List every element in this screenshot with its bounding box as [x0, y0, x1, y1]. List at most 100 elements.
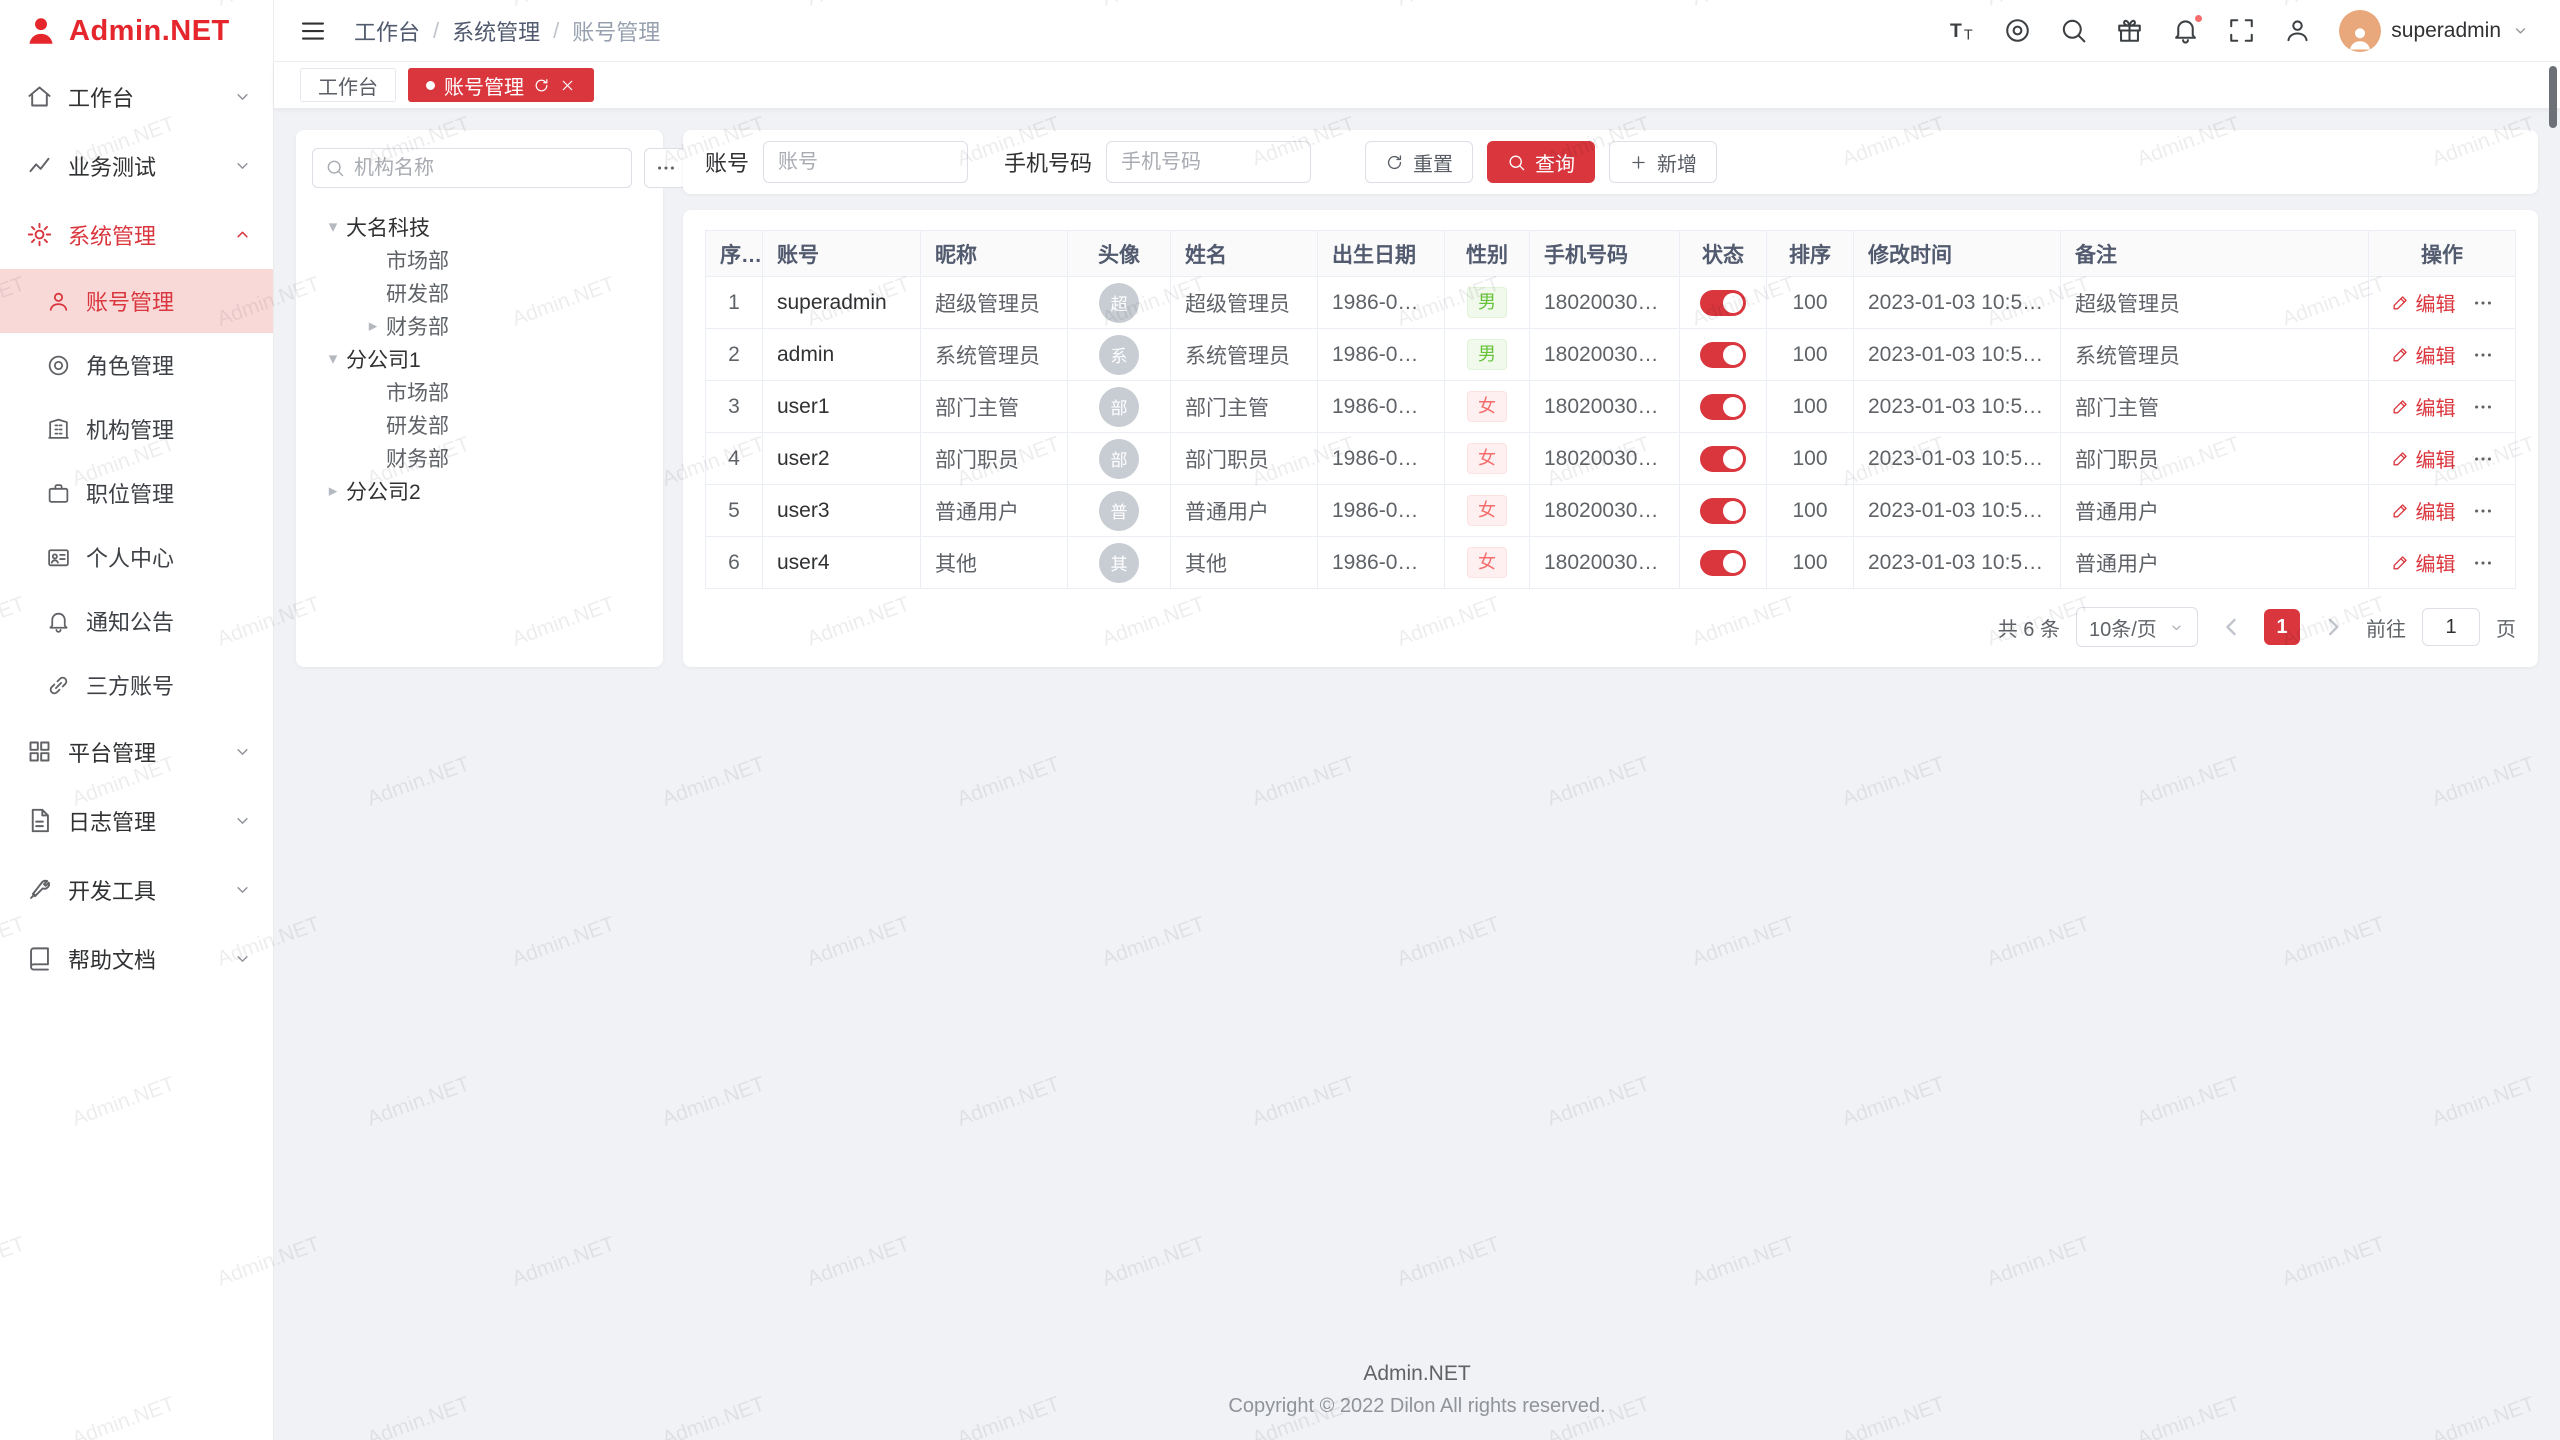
tab-workbench[interactable]: 工作台: [300, 68, 396, 102]
sidebar-item-business-test[interactable]: 业务测试: [0, 131, 273, 200]
sidebar-item-third-account[interactable]: 三方账号: [0, 653, 273, 717]
status-toggle[interactable]: [1700, 290, 1746, 316]
reset-button[interactable]: 重置: [1365, 141, 1473, 183]
row-avatar: 其: [1099, 543, 1139, 583]
cell-time: 2023-01-03 10:59:44: [1854, 485, 2061, 537]
sidebar-item-account-mgmt[interactable]: 账号管理: [0, 269, 273, 333]
sidebar-item-position-mgmt[interactable]: 职位管理: [0, 461, 273, 525]
scrollbar-thumb[interactable]: [2549, 66, 2557, 128]
book-icon: [26, 945, 53, 972]
caret-right-icon[interactable]: ▸: [320, 481, 346, 501]
gender-badge: 女: [1467, 547, 1507, 578]
tree-node[interactable]: ▾分公司1: [312, 342, 647, 375]
fullscreen-icon[interactable]: [2227, 16, 2256, 45]
caret-down-icon[interactable]: ▾: [320, 217, 346, 237]
phone-input[interactable]: [1106, 141, 1311, 183]
sidebar-item-role-mgmt[interactable]: 角色管理: [0, 333, 273, 397]
sidebar-item-dev-tools[interactable]: 开发工具: [0, 855, 273, 924]
cell-birth: 1986-06-28: [1318, 381, 1445, 433]
cell-remark: 普通用户: [2061, 537, 2369, 589]
user-icon[interactable]: [2283, 16, 2312, 45]
row-more-button[interactable]: [2472, 396, 2494, 418]
tree-node[interactable]: 市场部: [312, 243, 647, 276]
edit-button[interactable]: 编辑: [2391, 548, 2456, 577]
gift-icon[interactable]: [2115, 16, 2144, 45]
sidebar-item-personal-center[interactable]: 个人中心: [0, 525, 273, 589]
row-more-button[interactable]: [2472, 292, 2494, 314]
breadcrumb-item[interactable]: 工作台: [354, 15, 420, 47]
sidebar-item-help-docs[interactable]: 帮助文档: [0, 924, 273, 993]
grid-icon: [26, 738, 53, 765]
tree-node[interactable]: 市场部: [312, 375, 647, 408]
edit-icon: [2391, 449, 2410, 468]
next-page-button[interactable]: [2316, 610, 2350, 644]
status-toggle[interactable]: [1700, 446, 1746, 472]
prev-page-button[interactable]: [2214, 610, 2248, 644]
notification-icon[interactable]: [2171, 16, 2200, 45]
column-header: 状态: [1680, 231, 1767, 277]
status-toggle[interactable]: [1700, 498, 1746, 524]
post-icon: [46, 481, 71, 506]
org-search-input[interactable]: [354, 157, 619, 180]
account-label: 账号: [705, 146, 749, 178]
sidebar-item-system-mgmt[interactable]: 系统管理: [0, 200, 273, 269]
close-icon[interactable]: [559, 77, 576, 94]
row-more-button[interactable]: [2472, 448, 2494, 470]
row-more-button[interactable]: [2472, 552, 2494, 574]
column-header: 操作: [2369, 231, 2516, 277]
status-toggle[interactable]: [1700, 550, 1746, 576]
language-icon[interactable]: [2003, 16, 2032, 45]
status-toggle[interactable]: [1700, 394, 1746, 420]
gender-badge: 男: [1467, 287, 1507, 318]
tree-node[interactable]: ▸分公司2: [312, 474, 647, 507]
edit-button[interactable]: 编辑: [2391, 392, 2456, 421]
gear-icon: [26, 221, 53, 248]
footer-title: Admin.NET: [296, 1362, 2538, 1386]
sidebar-item-label: 角色管理: [86, 349, 253, 381]
row-more-button[interactable]: [2472, 344, 2494, 366]
cell-avatar: 部: [1068, 381, 1171, 433]
caret-right-icon[interactable]: ▸: [360, 316, 386, 336]
cell-account: superadmin: [763, 277, 921, 329]
row-more-button[interactable]: [2472, 500, 2494, 522]
search-button[interactable]: 查询: [1487, 141, 1595, 183]
goto-page-input[interactable]: [2422, 608, 2480, 646]
logo-text: Admin.NET: [69, 15, 230, 48]
refresh-icon[interactable]: [533, 77, 550, 94]
account-input[interactable]: [763, 141, 968, 183]
add-button[interactable]: 新增: [1609, 141, 1717, 183]
user-menu[interactable]: superadmin: [2339, 10, 2530, 52]
cell-no: 4: [706, 433, 763, 485]
tree-node[interactable]: ▾大名科技: [312, 210, 647, 243]
tab-account-mgmt[interactable]: 账号管理: [408, 68, 594, 102]
edit-button[interactable]: 编辑: [2391, 444, 2456, 473]
page-size-value: 10条/页: [2089, 613, 2157, 642]
font-size-icon[interactable]: TT: [1947, 16, 1976, 45]
sidebar-item-org-mgmt[interactable]: 机构管理: [0, 397, 273, 461]
sidebar-item-workbench[interactable]: 工作台: [0, 62, 273, 131]
edit-button[interactable]: 编辑: [2391, 288, 2456, 317]
tree-more-button[interactable]: [644, 148, 687, 188]
sidebar-item-notice[interactable]: 通知公告: [0, 589, 273, 653]
sidebar-item-platform-mgmt[interactable]: 平台管理: [0, 717, 273, 786]
edit-button[interactable]: 编辑: [2391, 340, 2456, 369]
tree-node[interactable]: ▸财务部: [312, 309, 647, 342]
caret-down-icon[interactable]: ▾: [320, 349, 346, 369]
search-icon[interactable]: [2059, 16, 2088, 45]
tree-node[interactable]: 研发部: [312, 408, 647, 441]
tree-node[interactable]: 财务部: [312, 441, 647, 474]
tree-node[interactable]: 研发部: [312, 276, 647, 309]
cell-nickname: 超级管理员: [921, 277, 1068, 329]
sidebar-item-log-mgmt[interactable]: 日志管理: [0, 786, 273, 855]
cell-order: 100: [1767, 381, 1854, 433]
page-number-1[interactable]: 1: [2264, 609, 2300, 645]
phone-label: 手机号码: [1004, 146, 1092, 178]
cell-name: 部门职员: [1171, 433, 1318, 485]
edit-button[interactable]: 编辑: [2391, 496, 2456, 525]
status-toggle[interactable]: [1700, 342, 1746, 368]
breadcrumb-item[interactable]: 系统管理: [452, 15, 540, 47]
edit-icon: [2391, 553, 2410, 572]
menu-toggle-icon[interactable]: [298, 16, 328, 46]
table-row: 6user4其他其其他1986-06-28女180200307201002023…: [706, 537, 2516, 589]
page-size-select[interactable]: 10条/页: [2076, 607, 2198, 647]
